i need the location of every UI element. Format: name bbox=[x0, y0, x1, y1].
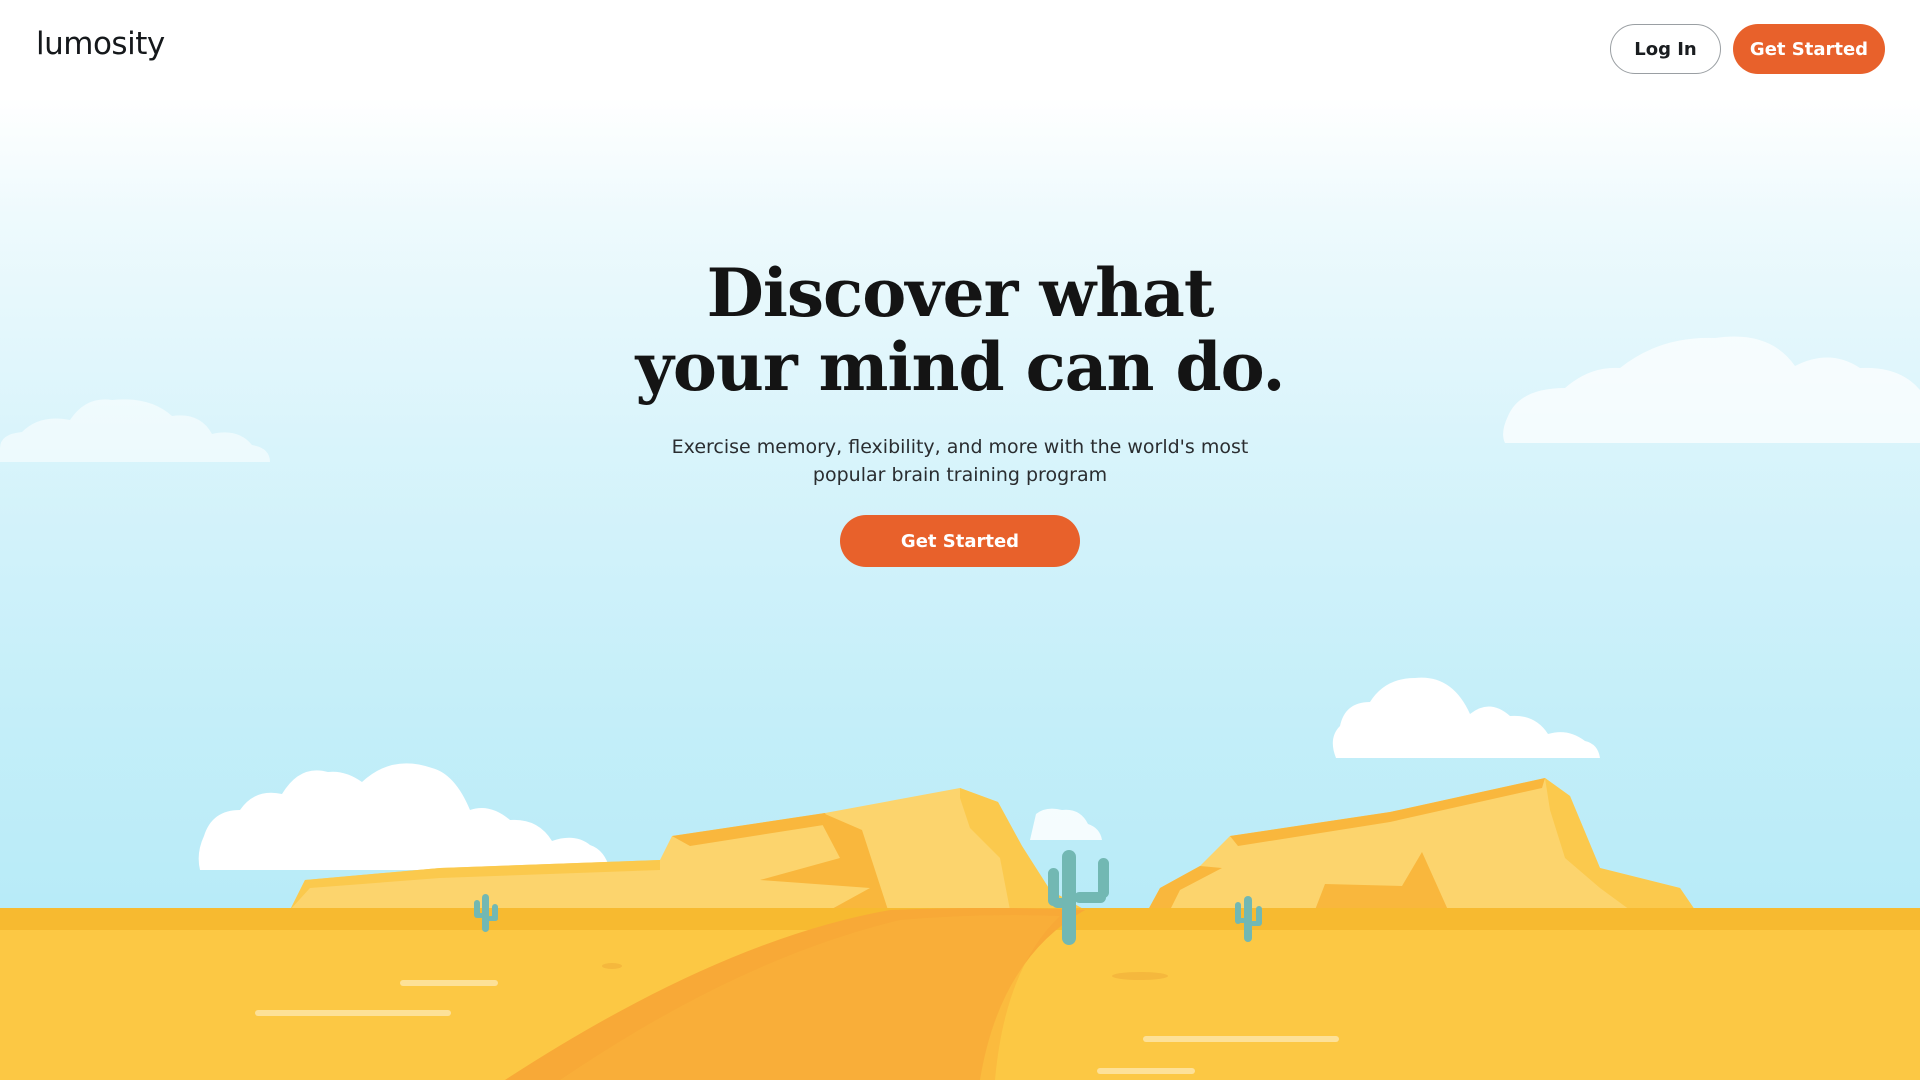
hero-section: Discover what your mind can do. Exercise… bbox=[0, 98, 1920, 1080]
top-nav: lumosity Log In Get Started bbox=[0, 0, 1920, 98]
cloud-icon bbox=[1332, 677, 1600, 758]
headline-line-2: your mind can do. bbox=[635, 328, 1285, 406]
hero-get-started-button[interactable]: Get Started bbox=[840, 515, 1080, 567]
mesa-illustration bbox=[1148, 778, 1695, 910]
subtext-line-1: Exercise memory, flexibility, and more w… bbox=[671, 436, 1249, 458]
page: lumosity Log In Get Started Discover wha… bbox=[0, 0, 1920, 1080]
cloud-icon bbox=[1503, 336, 1920, 443]
cloud-icon bbox=[1030, 808, 1102, 840]
header-get-started-button[interactable]: Get Started bbox=[1733, 24, 1885, 74]
lumosity-logo[interactable]: lumosity bbox=[36, 26, 165, 62]
subtext-line-2: popular brain training program bbox=[812, 464, 1108, 486]
hero-subtext: Exercise memory, flexibility, and more w… bbox=[660, 433, 1260, 489]
hero-headline: Discover what your mind can do. bbox=[460, 256, 1460, 404]
cloud-icon bbox=[0, 399, 270, 462]
cloud-icon bbox=[198, 763, 610, 870]
desert-illustration bbox=[0, 336, 1920, 1080]
login-button[interactable]: Log In bbox=[1610, 24, 1721, 74]
headline-line-1: Discover what bbox=[706, 254, 1215, 332]
